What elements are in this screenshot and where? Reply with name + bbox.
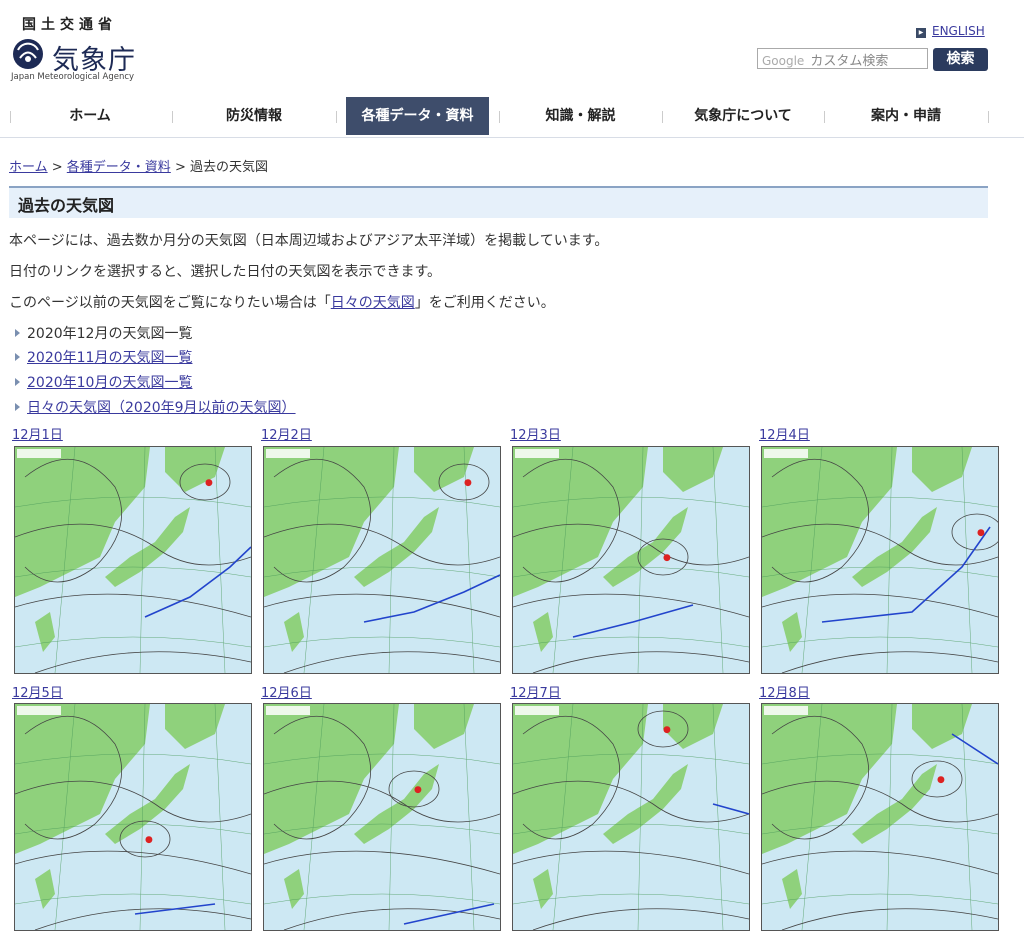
svg-text:●: ● — [937, 775, 945, 785]
search-button[interactable]: 検索 — [933, 48, 988, 71]
svg-text:●: ● — [663, 725, 671, 735]
svg-text:●: ● — [464, 478, 472, 488]
play-icon: ▶ — [916, 28, 926, 38]
list-item: 2020年10月の天気図一覧 — [15, 372, 192, 392]
bullet-triangle-icon — [15, 403, 20, 411]
daily-weather-maps-link[interactable]: 日々の天気図 — [331, 295, 415, 311]
map-date-link[interactable]: 12月4日 — [759, 424, 810, 443]
weather-map-thumbnail[interactable]: ● — [263, 703, 501, 931]
bullet-triangle-icon — [15, 353, 20, 361]
bullet-triangle-icon — [15, 378, 20, 386]
breadcrumb-data[interactable]: 各種データ・資料 — [67, 160, 171, 175]
breadcrumb: ホーム > 各種データ・資料 > 過去の天気図 — [9, 156, 268, 175]
archive-text-before: このページ以前の天気図をご覧になりたい場合は「 — [9, 295, 331, 311]
breadcrumb-home[interactable]: ホーム — [9, 160, 48, 175]
nav-separator — [662, 111, 663, 123]
nav-home[interactable]: ホーム — [18, 97, 162, 135]
month-list-oct[interactable]: 2020年10月の天気図一覧 — [27, 375, 192, 391]
nav-data[interactable]: 各種データ・資料 — [346, 97, 489, 135]
google-brand: Google — [762, 54, 805, 68]
search-input[interactable]: Google カスタム検索 — [757, 48, 928, 69]
nav-separator — [172, 111, 173, 123]
weather-map-thumbnail[interactable]: ● — [14, 703, 252, 931]
list-item: 2020年12月の天気図一覧 — [15, 323, 192, 343]
nav-separator — [499, 111, 500, 123]
nav-separator — [336, 111, 337, 123]
svg-text:●: ● — [205, 478, 213, 488]
nav-disaster-info[interactable]: 防災情報 — [182, 97, 326, 135]
nav-about[interactable]: 気象庁について — [672, 97, 814, 135]
svg-text:●: ● — [414, 785, 422, 795]
map-date-link[interactable]: 12月3日 — [510, 424, 561, 443]
english-link-label[interactable]: ENGLISH — [932, 24, 985, 38]
ministry-name: 国土交通省 — [22, 17, 117, 33]
map-date-link[interactable]: 12月2日 — [261, 424, 312, 443]
weather-map-thumbnail[interactable]: ● — [263, 446, 501, 674]
nav-separator — [10, 111, 11, 123]
agency-english-name: Japan Meteorological Agency — [11, 72, 135, 82]
map-date-link[interactable]: 12月7日 — [510, 682, 561, 701]
bullet-triangle-icon — [15, 329, 20, 337]
global-nav: ホーム 防災情報 各種データ・資料 知識・解説 気象庁について 案内・申請 — [0, 97, 1024, 138]
nav-separator — [988, 111, 989, 123]
intro-text: 本ページには、過去数か月分の天気図（日本周辺域およびアジア太平洋域）を掲載してい… — [9, 233, 609, 249]
page-title: 過去の天気図 — [18, 196, 115, 215]
month-list-dec: 2020年12月の天気図一覧 — [27, 326, 193, 342]
page-title-bar: 過去の天気図 — [9, 186, 988, 218]
breadcrumb-separator: > — [47, 160, 67, 175]
map-date-link[interactable]: 12月1日 — [12, 424, 63, 443]
jma-logo-icon[interactable] — [12, 38, 44, 70]
nav-separator — [824, 111, 825, 123]
weather-map-thumbnail[interactable]: ● — [14, 446, 252, 674]
svg-text:●: ● — [663, 553, 671, 563]
weather-map-thumbnail[interactable]: ● — [761, 703, 999, 931]
svg-text:●: ● — [145, 835, 153, 845]
english-link[interactable]: ▶ ENGLISH — [916, 24, 985, 38]
svg-text:●: ● — [977, 528, 985, 538]
month-list-nov[interactable]: 2020年11月の天気図一覧 — [27, 350, 192, 366]
map-date-link[interactable]: 12月5日 — [12, 682, 63, 701]
search-placeholder: カスタム検索 — [810, 54, 889, 69]
archive-text-after: 」をご利用ください。 — [414, 295, 555, 311]
archive-text: このページ以前の天気図をご覧になりたい場合は「日々の天気図」をご利用ください。 — [9, 292, 555, 312]
nav-guide[interactable]: 案内・申請 — [834, 97, 978, 135]
weather-map-thumbnail[interactable]: ● — [512, 446, 750, 674]
nav-knowledge[interactable]: 知識・解説 — [509, 97, 652, 135]
weather-map-thumbnail[interactable]: ● — [761, 446, 999, 674]
list-item: 2020年11月の天気図一覧 — [15, 347, 192, 367]
list-item: 日々の天気図（2020年9月以前の天気図） — [15, 397, 296, 417]
weather-map-thumbnail[interactable]: ● — [512, 703, 750, 931]
map-date-link[interactable]: 12月6日 — [261, 682, 312, 701]
daily-maps-archive[interactable]: 日々の天気図（2020年9月以前の天気図） — [27, 400, 296, 416]
instruction-text: 日付のリンクを選択すると、選択した日付の天気図を表示できます。 — [9, 264, 442, 280]
breadcrumb-separator: > — [170, 160, 190, 175]
breadcrumb-current: 過去の天気図 — [189, 160, 268, 175]
site-header: 国土交通省 気象庁 Japan Meteorological Agency ▶ E… — [0, 0, 1024, 92]
map-date-link[interactable]: 12月8日 — [759, 682, 810, 701]
